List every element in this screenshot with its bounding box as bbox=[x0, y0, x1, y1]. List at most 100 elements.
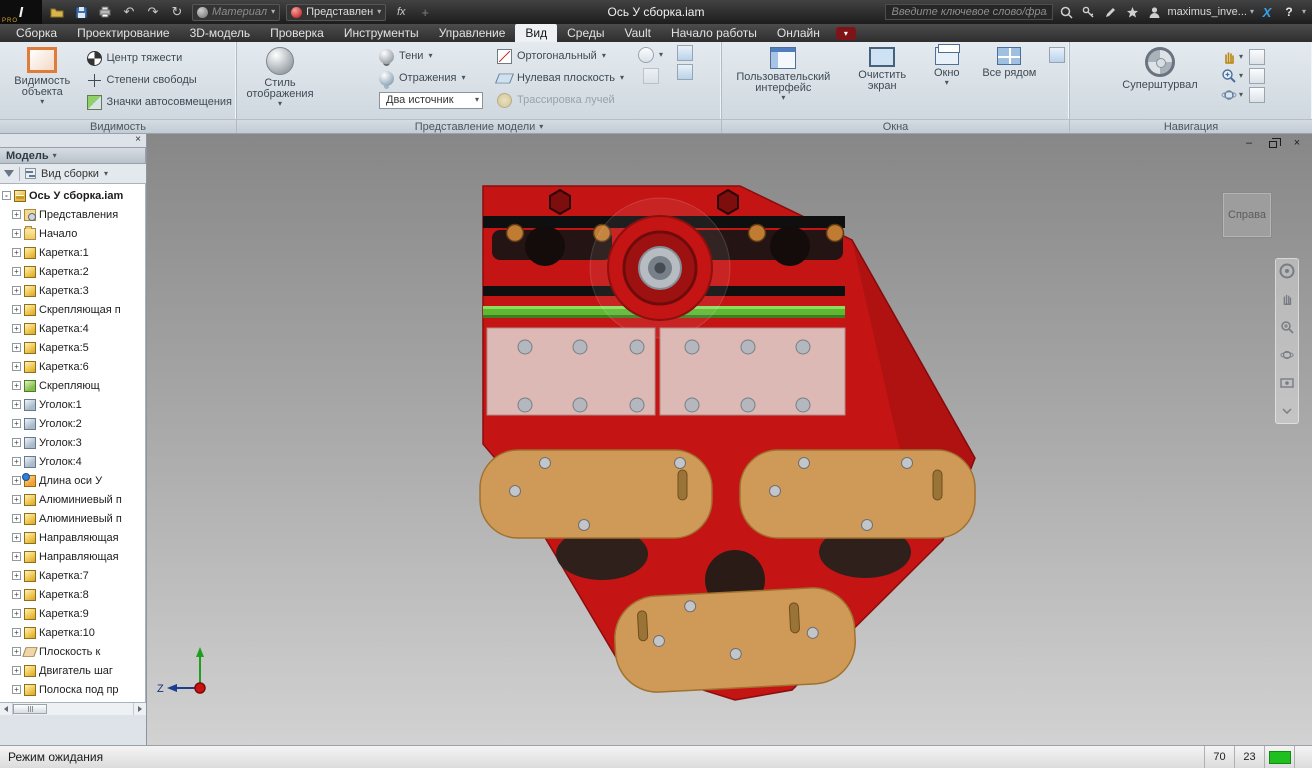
tree-expander[interactable]: + bbox=[12, 343, 21, 352]
tree-item[interactable]: + Уголок:2 bbox=[0, 414, 145, 433]
favorites-button[interactable] bbox=[1123, 3, 1141, 21]
pan-button[interactable]: ▾ bbox=[1221, 49, 1243, 65]
ribbon-tab[interactable]: Управление bbox=[429, 24, 516, 42]
exchange-apps-button[interactable]: X bbox=[1258, 3, 1276, 21]
update-button[interactable]: ↻ bbox=[168, 3, 186, 21]
open-button[interactable] bbox=[48, 3, 66, 21]
tree-item[interactable]: + Скрепляющ bbox=[0, 376, 145, 395]
look-at-tool-button[interactable] bbox=[1278, 374, 1296, 392]
tree-item[interactable]: + Каретка:4 bbox=[0, 319, 145, 338]
user-account-dropdown[interactable]: maximus_inve... ▾ bbox=[1167, 6, 1254, 18]
redo-button[interactable]: ↷ bbox=[144, 3, 162, 21]
browser-horizontal-scrollbar[interactable] bbox=[0, 702, 146, 715]
tree-item[interactable]: + Каретка:9 bbox=[0, 604, 145, 623]
ray-tracing-button[interactable]: Трассировка лучей bbox=[497, 89, 624, 111]
tree-item[interactable]: + Плоскость к bbox=[0, 642, 145, 661]
search-button[interactable] bbox=[1057, 3, 1075, 21]
scroll-left-button[interactable] bbox=[0, 703, 13, 715]
panel-label-model-appearance[interactable]: Представление модели ▾ bbox=[237, 119, 721, 133]
chevron-down-icon[interactable]: ▾ bbox=[104, 170, 108, 178]
navbar-more-button[interactable] bbox=[1278, 402, 1296, 420]
tree-item[interactable]: + Каретка:3 bbox=[0, 281, 145, 300]
tree-expander[interactable]: + bbox=[12, 362, 21, 371]
ribbon-tab[interactable]: Проектирование bbox=[67, 24, 180, 42]
imate-glyphs-button[interactable]: Значки автосовмещения bbox=[87, 91, 232, 113]
panel-label-windows[interactable]: Окна bbox=[722, 119, 1069, 133]
tree-item[interactable]: + Каретка:7 bbox=[0, 566, 145, 585]
user-button[interactable] bbox=[1145, 3, 1163, 21]
tree-expander[interactable]: + bbox=[12, 533, 21, 542]
window-button[interactable]: Окно ▾ bbox=[924, 45, 970, 89]
display-style-button[interactable]: Стиль отображения ▾ bbox=[241, 45, 319, 110]
tree-expander[interactable]: + bbox=[12, 552, 21, 561]
search-input[interactable] bbox=[885, 4, 1053, 20]
tree-expander[interactable]: + bbox=[12, 590, 21, 599]
measure-button[interactable]: + bbox=[416, 3, 434, 21]
fx-parameters-button[interactable]: fx bbox=[392, 3, 410, 21]
save-button[interactable] bbox=[72, 3, 90, 21]
tree-expander[interactable]: + bbox=[12, 400, 21, 409]
tree-item[interactable]: + Каретка:10 bbox=[0, 623, 145, 642]
ground-shadow-button[interactable] bbox=[677, 45, 693, 61]
key-button[interactable] bbox=[1079, 3, 1097, 21]
doc-restore-button[interactable] bbox=[1266, 137, 1280, 149]
panel-label-navigation[interactable]: Навигация bbox=[1070, 119, 1312, 133]
tree-item[interactable]: + Длина оси У bbox=[0, 471, 145, 490]
browser-header[interactable]: Модель ▾ bbox=[0, 147, 146, 164]
tree-item[interactable]: + Уголок:1 bbox=[0, 395, 145, 414]
tree-expander[interactable]: + bbox=[12, 267, 21, 276]
tree-expander[interactable]: + bbox=[12, 248, 21, 257]
tree-expander[interactable]: + bbox=[12, 210, 21, 219]
degrees-of-freedom-button[interactable]: Степени свободы bbox=[87, 69, 232, 91]
tree-expander[interactable]: + bbox=[12, 305, 21, 314]
inventor-logo[interactable]: I PRO bbox=[0, 0, 42, 24]
graphics-viewport[interactable]: – × Справа bbox=[147, 134, 1312, 745]
help-button[interactable]: ? bbox=[1280, 3, 1298, 21]
shadows-button[interactable]: Тени ▾ bbox=[379, 45, 483, 67]
tree-expander[interactable]: + bbox=[12, 514, 21, 523]
ribbon-tab[interactable]: Инструменты bbox=[334, 24, 429, 42]
tree-expander[interactable]: + bbox=[12, 286, 21, 295]
tree-item[interactable]: + Двигатель шаг bbox=[0, 661, 145, 680]
ribbon-tab[interactable]: Среды bbox=[557, 24, 614, 42]
tree-item[interactable]: + Каретка:8 bbox=[0, 585, 145, 604]
scrollbar-thumb[interactable] bbox=[13, 704, 47, 714]
panel-label-visibility[interactable]: Видимость bbox=[0, 119, 236, 133]
tree-item[interactable]: + Полоска под пр bbox=[0, 680, 145, 699]
clean-screen-button[interactable]: Очистить экран bbox=[851, 45, 914, 94]
tree-expander[interactable]: + bbox=[12, 457, 21, 466]
tree-item[interactable]: + Каретка:5 bbox=[0, 338, 145, 357]
pan-tool-button[interactable] bbox=[1278, 290, 1296, 308]
navigation-wheel-button[interactable] bbox=[1278, 262, 1296, 280]
filter-icon[interactable] bbox=[4, 170, 14, 177]
previous-view-button[interactable] bbox=[1249, 49, 1265, 65]
object-visibility-button[interactable]: Видимость объекта ▾ bbox=[4, 45, 81, 108]
tree-expander[interactable]: + bbox=[12, 229, 21, 238]
tree-item[interactable]: + Каретка:2 bbox=[0, 262, 145, 281]
ribbon-tab[interactable]: Начало работы bbox=[661, 24, 767, 42]
ribbon-tab[interactable]: Vault bbox=[615, 24, 661, 42]
center-of-gravity-button[interactable]: Центр тяжести bbox=[87, 47, 232, 69]
tree-item[interactable]: + Начало bbox=[0, 224, 145, 243]
tree-item[interactable]: + Алюминиевый п bbox=[0, 509, 145, 528]
tree-item[interactable]: + Уголок:4 bbox=[0, 452, 145, 471]
material-dropdown[interactable]: Материал ▾ bbox=[192, 4, 280, 21]
print-button[interactable] bbox=[96, 3, 114, 21]
ribbon-tab[interactable]: Сборка bbox=[6, 24, 67, 42]
tree-item[interactable]: + Каретка:1 bbox=[0, 243, 145, 262]
tree-item[interactable]: + Скрепляющая п bbox=[0, 300, 145, 319]
tile-all-button[interactable]: Все рядом bbox=[980, 45, 1039, 81]
ribbon-tab[interactable]: Вид bbox=[515, 24, 557, 42]
tree-expander[interactable]: + bbox=[12, 685, 21, 694]
object-shadow-button[interactable] bbox=[677, 64, 693, 80]
tree-expander[interactable]: - bbox=[2, 191, 11, 200]
steering-wheel-button[interactable]: Суперштурвал bbox=[1117, 45, 1203, 93]
tree-expander[interactable]: + bbox=[12, 628, 21, 637]
scroll-right-button[interactable] bbox=[133, 703, 146, 715]
tree-item[interactable]: + Направляющая bbox=[0, 547, 145, 566]
tree-expander[interactable]: + bbox=[12, 324, 21, 333]
tree-item[interactable]: - Ось У сборка.iam bbox=[0, 186, 145, 205]
ribbon-display-toggle[interactable]: ▾ bbox=[836, 27, 856, 40]
reflections-button[interactable]: Отражения ▾ bbox=[379, 67, 483, 89]
doc-close-button[interactable]: × bbox=[1290, 137, 1304, 149]
